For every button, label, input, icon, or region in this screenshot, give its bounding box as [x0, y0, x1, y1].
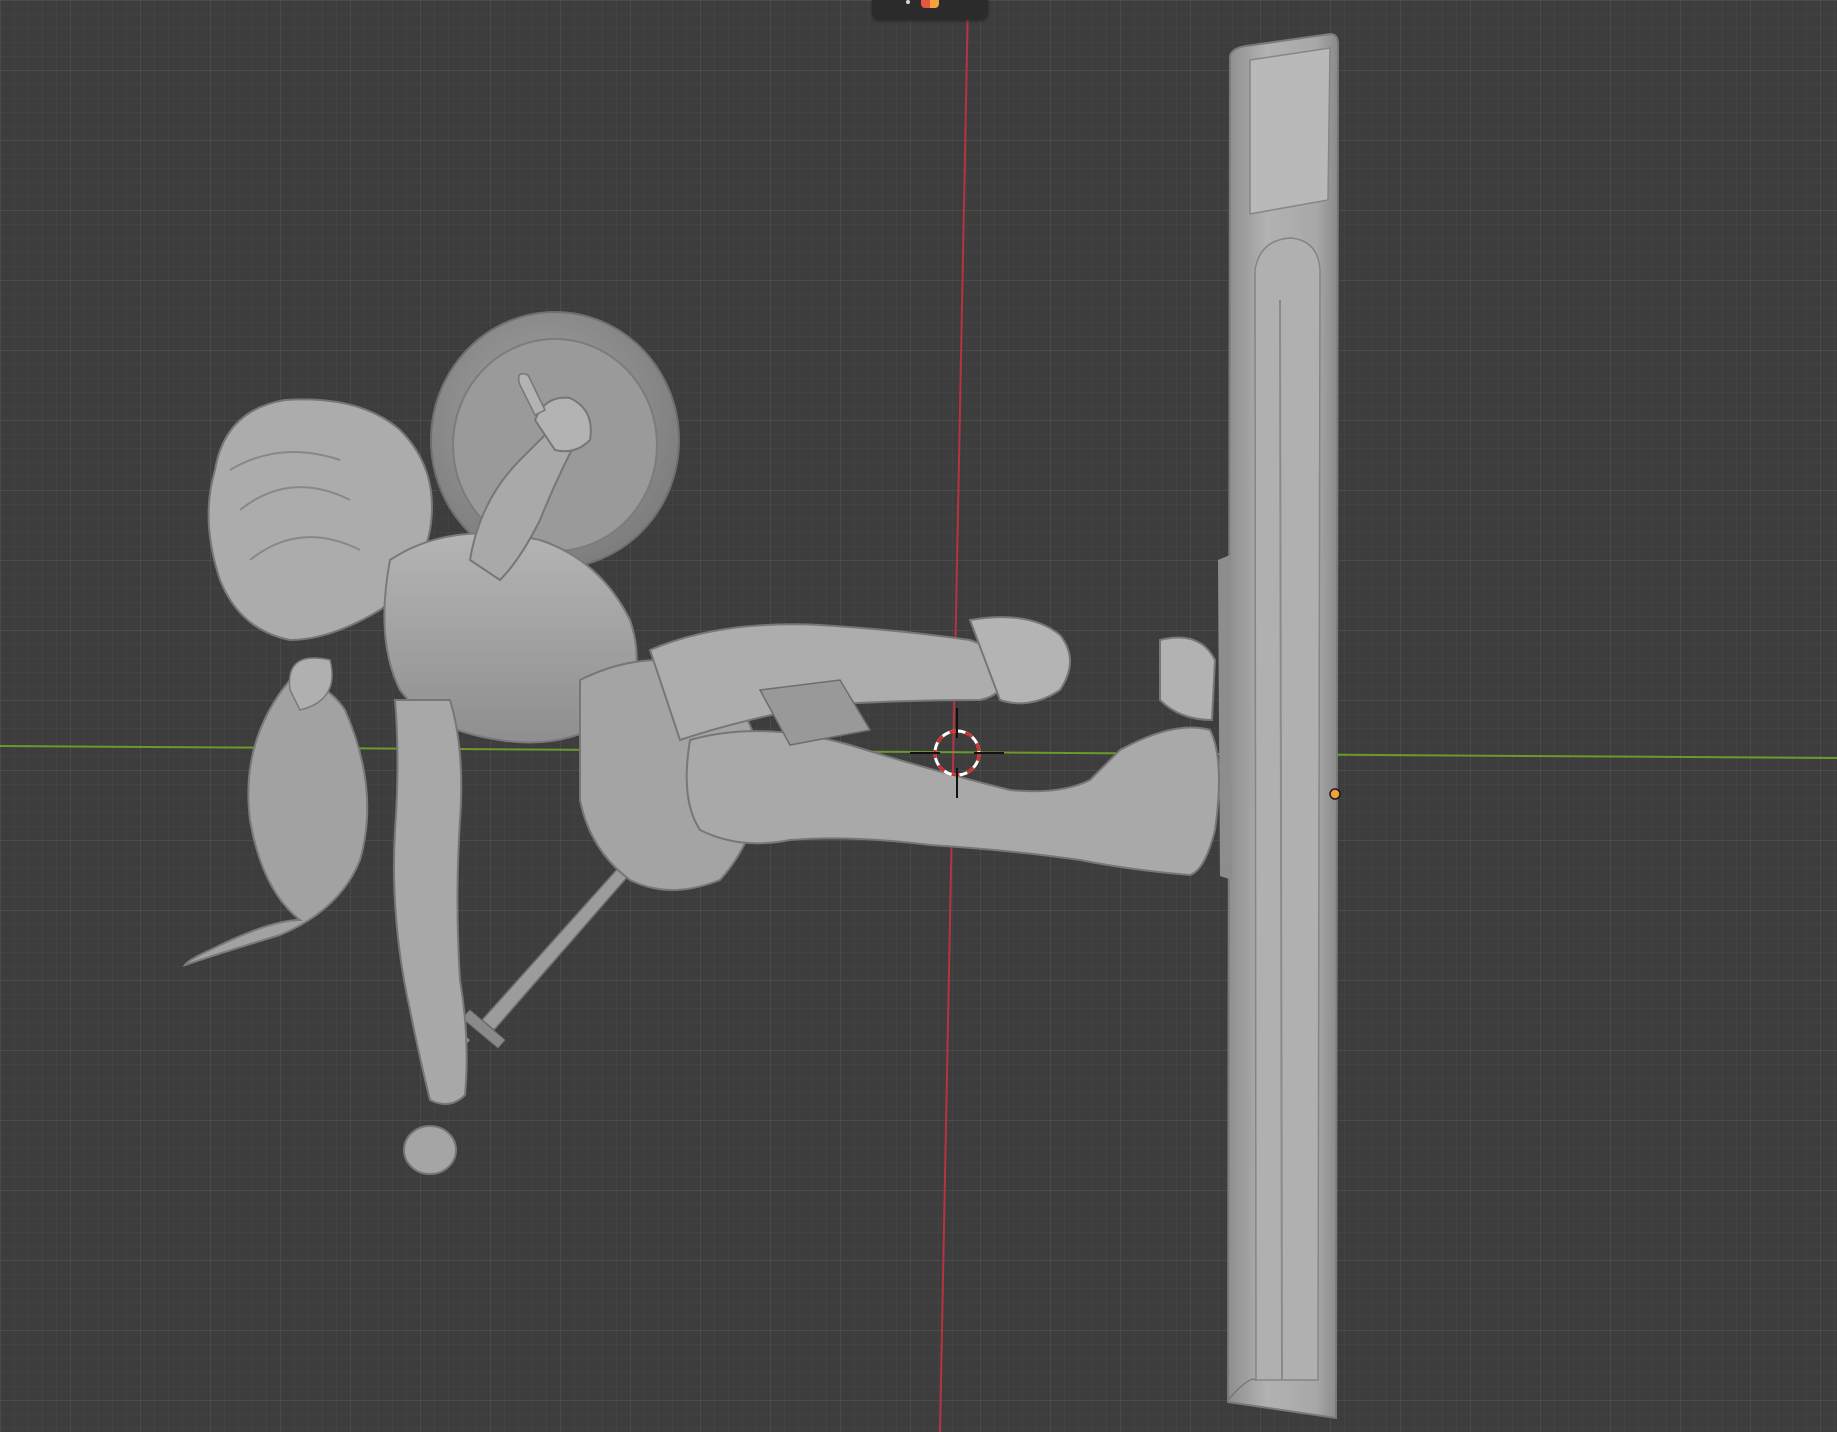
object-origin-icon [1329, 788, 1341, 800]
view-gizmo-icon[interactable] [921, 0, 939, 8]
3d-viewport[interactable] [0, 0, 1837, 1432]
viewport-canvas[interactable] [0, 0, 1837, 1432]
view-gizmo-tab[interactable] [872, 0, 988, 20]
gizmo-axis-dot[interactable] [906, 0, 910, 4]
base-plank[interactable] [1218, 32, 1340, 1420]
